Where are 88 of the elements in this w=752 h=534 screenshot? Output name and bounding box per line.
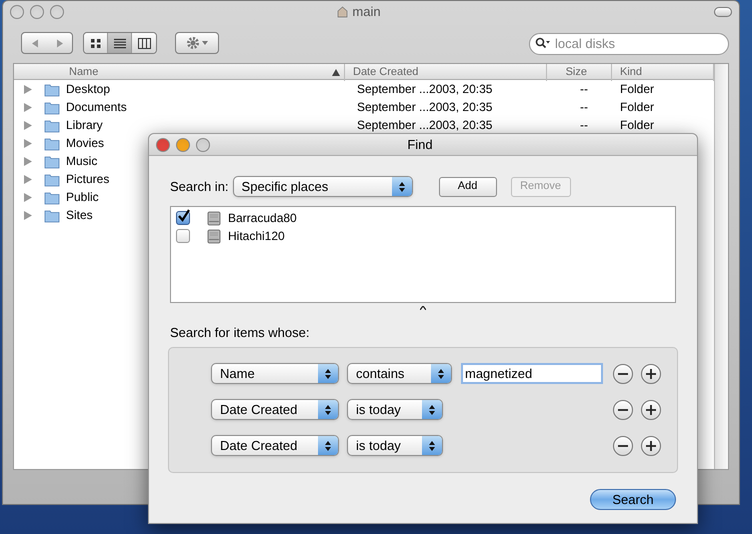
plus-icon	[645, 440, 657, 452]
icon-view-button[interactable]	[84, 33, 108, 53]
hard-drive-icon	[207, 228, 221, 244]
caret-icon	[202, 41, 208, 45]
column-header[interactable]: Name	[14, 64, 345, 80]
plus-icon	[645, 404, 657, 416]
folder-icon	[44, 118, 60, 132]
volume-name: Barracuda80	[228, 210, 297, 227]
add-button[interactable]: Add	[438, 176, 497, 196]
search-icon[interactable]	[535, 37, 551, 49]
splitter-handle-icon[interactable]	[420, 306, 426, 310]
search-button[interactable]: Search	[590, 488, 676, 510]
checkbox[interactable]	[176, 211, 190, 225]
folder-icon	[44, 154, 60, 168]
file-kind: Folder	[620, 100, 654, 114]
left-arrow-icon	[30, 38, 38, 48]
attribute-popup[interactable]: Name	[211, 363, 339, 384]
attribute-popup[interactable]: Date Created	[211, 399, 339, 420]
file-size: --	[580, 99, 588, 116]
stepper-arrows-icon	[428, 440, 436, 452]
file-size: --	[580, 117, 588, 134]
close-button[interactable]	[156, 138, 170, 152]
close-button[interactable]	[10, 5, 24, 19]
file-name: Pictures	[66, 171, 110, 188]
sort-ascending-icon	[332, 68, 340, 76]
file-kind: Folder	[620, 82, 654, 96]
file-name: Sites	[66, 207, 93, 224]
search-in-label: Search in:	[170, 178, 229, 196]
minimize-button[interactable]	[30, 5, 44, 19]
file-name: Movies	[66, 135, 104, 152]
operator-popup[interactable]: contains	[347, 363, 452, 384]
stepper-arrows-icon	[398, 180, 406, 192]
folder-icon	[44, 208, 60, 222]
column-view-button[interactable]	[132, 33, 156, 53]
remove-button: Remove	[510, 176, 571, 196]
file-kind: Folder	[620, 118, 654, 132]
remove-criterion-button[interactable]	[613, 364, 633, 384]
plus-icon	[645, 368, 657, 380]
list-view-button[interactable]	[108, 33, 132, 53]
file-name: Music	[66, 153, 98, 170]
criteria-label: Search for items whose:	[170, 324, 310, 342]
date-created: September ...2003, 20:35	[357, 118, 492, 132]
add-criterion-button[interactable]	[641, 364, 661, 384]
operator-popup[interactable]: is today	[347, 399, 443, 420]
window-title: Find	[407, 136, 433, 154]
gear-icon	[186, 36, 200, 50]
zoom-button[interactable]	[196, 138, 210, 152]
column-header[interactable]: Date Created	[345, 64, 547, 80]
add-criterion-button[interactable]	[641, 436, 661, 456]
attribute-popup[interactable]: Date Created	[211, 435, 339, 456]
file-size: --	[580, 81, 588, 98]
search-field[interactable]: local disks	[529, 32, 729, 54]
folder-icon	[44, 190, 60, 204]
folder-icon	[44, 100, 60, 114]
remove-criterion-button[interactable]	[613, 400, 633, 420]
value-field[interactable]: magnetized	[461, 363, 603, 384]
window-title: main	[352, 3, 381, 22]
volume-name: Hitachi120	[228, 228, 285, 245]
home-icon	[337, 6, 348, 18]
folder-icon	[44, 172, 60, 186]
stepper-arrows-icon	[324, 404, 332, 416]
file-name: Library	[66, 117, 103, 134]
operator-popup[interactable]: is today	[347, 435, 443, 456]
file-name: Documents	[66, 99, 127, 116]
zoom-button[interactable]	[50, 5, 64, 19]
stepper-arrows-icon	[324, 440, 332, 452]
checkbox[interactable]	[176, 229, 190, 243]
columns-icon	[138, 38, 150, 48]
scrollbar[interactable]	[714, 64, 728, 469]
date-created: September ...2003, 20:35	[357, 100, 492, 114]
list-icon	[114, 38, 126, 48]
action-menu-button[interactable]	[175, 32, 219, 54]
stepper-arrows-icon	[437, 368, 445, 380]
grid-icon	[90, 38, 102, 48]
column-header[interactable]: Size	[547, 64, 612, 80]
file-name: Desktop	[66, 81, 110, 98]
add-criterion-button[interactable]	[641, 400, 661, 420]
file-name: Public	[66, 189, 99, 206]
remove-criterion-button[interactable]	[613, 436, 633, 456]
folder-icon	[44, 136, 60, 150]
date-created: September ...2003, 20:35	[357, 82, 492, 96]
right-arrow-icon	[56, 38, 64, 48]
toolbar-toggle-button[interactable]	[714, 7, 732, 17]
stepper-arrows-icon	[324, 368, 332, 380]
stepper-arrows-icon	[428, 404, 436, 416]
minimize-button[interactable]	[176, 138, 190, 152]
search-location-popup[interactable]: Specific places	[232, 176, 413, 197]
hard-drive-icon	[207, 210, 221, 226]
